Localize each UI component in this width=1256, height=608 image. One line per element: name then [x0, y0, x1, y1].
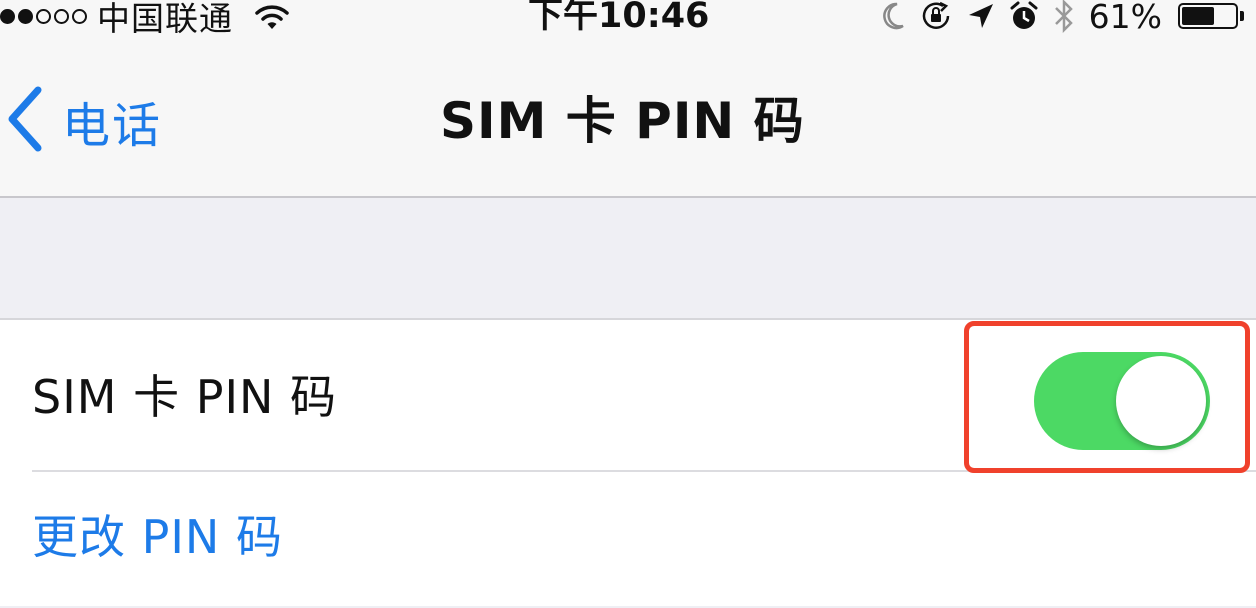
status-time: 下午10:46 [528, 0, 710, 36]
signal-strength-icon [0, 8, 87, 24]
toggle-knob [1116, 356, 1206, 446]
back-button[interactable]: 电话 [6, 86, 162, 156]
chevron-left-icon [6, 86, 42, 156]
status-bar-left: 中国联通 [0, 0, 289, 38]
battery-tip [1240, 11, 1244, 21]
wifi-icon [255, 4, 289, 30]
navigation-bar: 电话 SIM 卡 PIN 码 [0, 36, 1256, 198]
location-arrow-icon [967, 2, 995, 30]
back-button-label: 电话 [62, 98, 163, 154]
change-pin-row[interactable]: 更改 PIN 码 [0, 472, 1256, 608]
sim-pin-toggle[interactable] [1034, 352, 1210, 450]
signal-dot [18, 8, 33, 24]
signal-dot [0, 8, 15, 24]
page-title: SIM 卡 PIN 码 [440, 92, 805, 150]
sim-pin-row: SIM 卡 PIN 码 [0, 320, 1256, 472]
signal-dot [36, 8, 51, 24]
sim-pin-label: SIM 卡 PIN 码 [32, 370, 338, 424]
battery-fill [1182, 7, 1214, 25]
carrier-name: 中国联通 [97, 0, 233, 38]
battery-percent: 61% [1088, 0, 1162, 36]
settings-group: SIM 卡 PIN 码 更改 PIN 码 [0, 318, 1256, 606]
rotation-lock-icon [919, 0, 953, 33]
signal-dot [72, 8, 87, 24]
change-pin-label: 更改 PIN 码 [32, 510, 283, 564]
battery-icon [1178, 3, 1238, 29]
signal-dot [54, 8, 69, 24]
moon-icon [879, 1, 905, 31]
status-bar-right: 61% [879, 0, 1244, 38]
status-bar: 中国联通 下午10:46 61% [0, 0, 1256, 38]
alarm-icon [1009, 0, 1039, 32]
bluetooth-icon [1053, 0, 1075, 33]
